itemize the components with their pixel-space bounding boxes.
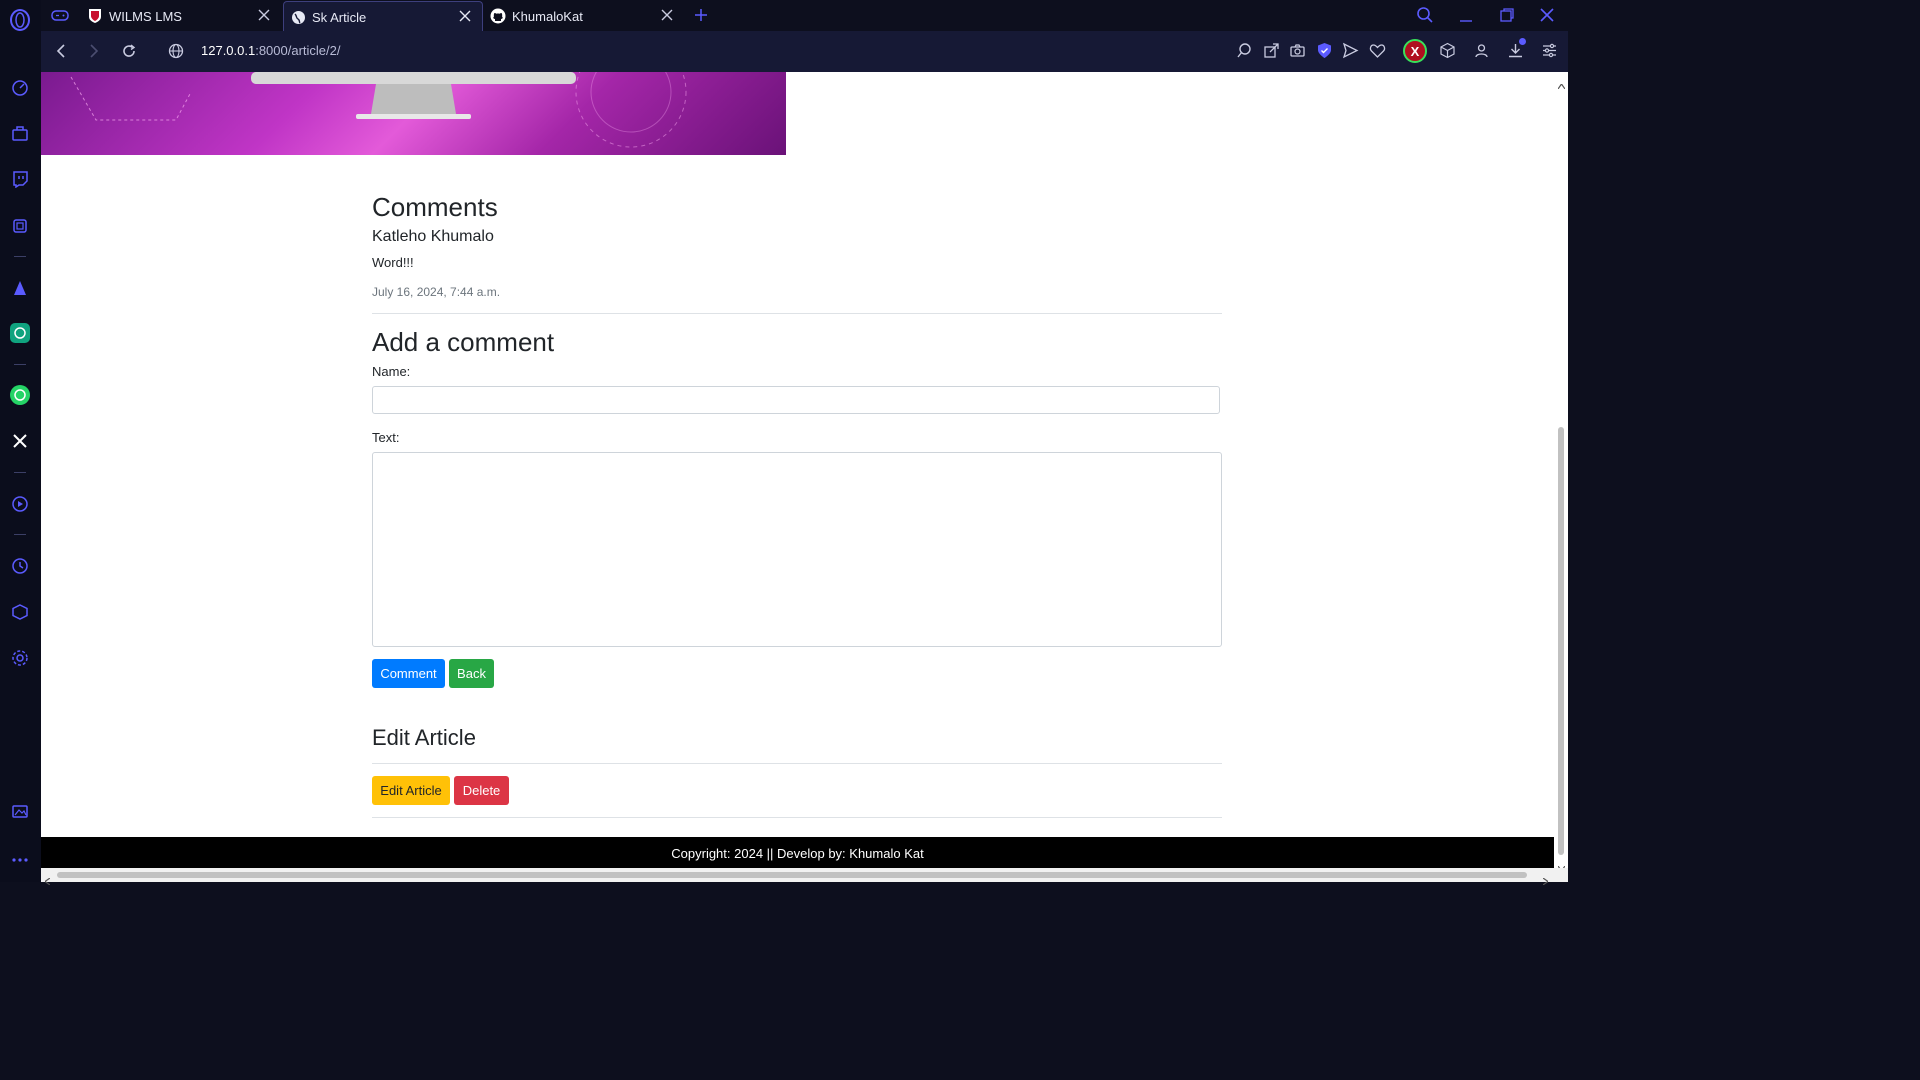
address-bar: 127.0.0.1:8000/article/2/ X xyxy=(41,31,1568,72)
text-textarea[interactable] xyxy=(372,452,1222,647)
window-close-icon[interactable] xyxy=(1539,7,1555,28)
history-icon[interactable] xyxy=(8,554,32,578)
comments-section: Comments xyxy=(372,192,1222,223)
url-field[interactable]: 127.0.0.1:8000/article/2/ xyxy=(201,43,341,58)
scroll-right-arrow-icon[interactable] xyxy=(1542,872,1550,890)
back-arrow-icon[interactable] xyxy=(53,43,69,64)
easy-setup-menu-icon[interactable] xyxy=(1541,42,1558,64)
profile-avatar[interactable]: X xyxy=(1403,39,1427,63)
comment-author: Katleho Khumalo xyxy=(372,228,494,245)
comment-text: Word!!! xyxy=(372,255,414,270)
comment-button[interactable]: Comment xyxy=(372,659,445,688)
divider xyxy=(372,763,1222,764)
sidebar-divider xyxy=(14,256,26,257)
profile-badge: X xyxy=(1410,43,1420,59)
restore-icon[interactable] xyxy=(1499,7,1515,28)
tab-title: WILMS LMS xyxy=(109,8,182,24)
university-crest-icon xyxy=(87,8,103,24)
account-icon[interactable] xyxy=(1473,42,1490,64)
settings-gear-icon[interactable] xyxy=(8,646,32,670)
globe-icon xyxy=(290,9,306,25)
sidebar-divider xyxy=(14,534,26,535)
footer-text: Copyright: 2024 || Develop by: Khumalo K… xyxy=(671,846,924,861)
text-label: Text: xyxy=(372,430,400,445)
divider xyxy=(372,817,1222,818)
edit-article-heading: Edit Article xyxy=(372,725,476,750)
search-tabs-icon[interactable] xyxy=(1416,6,1434,29)
send-icon[interactable] xyxy=(1342,42,1359,64)
name-input[interactable] xyxy=(372,386,1220,414)
cube-extension-icon[interactable] xyxy=(1439,42,1456,64)
add-comment-section: Add a comment xyxy=(372,327,1222,358)
close-icon[interactable] xyxy=(257,8,271,22)
share-icon[interactable] xyxy=(1263,42,1280,64)
more-icon[interactable] xyxy=(8,848,32,872)
sidebar-divider xyxy=(14,472,26,473)
scroll-left-arrow-icon[interactable] xyxy=(43,872,51,890)
tab-title: Sk Article xyxy=(312,9,367,25)
name-label: Name: xyxy=(372,364,411,379)
speed-dial-icon[interactable] xyxy=(8,75,32,99)
whatsapp-icon[interactable] xyxy=(8,383,32,407)
wallpaper-icon[interactable] xyxy=(8,799,32,823)
page-search-icon[interactable] xyxy=(1236,42,1253,64)
new-tab-plus-icon[interactable] xyxy=(693,7,709,28)
gx-corner-icon[interactable] xyxy=(8,121,32,145)
url-host: 127.0.0.1 xyxy=(201,43,256,58)
add-comment-heading: Add a comment xyxy=(372,327,555,357)
aria-ai-icon[interactable] xyxy=(8,276,32,300)
reload-icon[interactable] xyxy=(121,43,137,64)
gamepad-icon[interactable] xyxy=(51,7,69,28)
tab-bar: WILMS LMS Sk Article KhumaloKat xyxy=(41,0,1568,32)
article-hero-image xyxy=(41,72,786,155)
forward-arrow-icon[interactable] xyxy=(86,43,102,64)
tab-khumalokat[interactable]: KhumaloKat xyxy=(484,1,684,31)
opera-logo-icon[interactable] xyxy=(8,8,32,32)
tab-title: KhumaloKat xyxy=(512,8,583,24)
heart-bookmark-icon[interactable] xyxy=(1369,42,1386,64)
chatgpt-icon[interactable] xyxy=(8,321,32,345)
x-twitter-icon[interactable] xyxy=(8,429,32,453)
horizontal-scroll-thumb[interactable] xyxy=(57,872,1527,878)
twitch-icon[interactable] xyxy=(8,167,32,191)
close-icon[interactable] xyxy=(458,9,472,23)
divider xyxy=(372,313,1222,314)
url-path: :8000/article/2/ xyxy=(255,43,341,58)
delete-button[interactable]: Delete xyxy=(454,776,509,805)
close-icon[interactable] xyxy=(660,8,674,22)
gx-control-icon[interactable] xyxy=(8,214,32,238)
web-page: Comments Katleho Khumalo Word!!! July 16… xyxy=(41,72,1554,870)
player-icon[interactable] xyxy=(8,492,32,516)
edit-article-button[interactable]: Edit Article xyxy=(372,776,450,805)
back-button[interactable]: Back xyxy=(449,659,494,688)
comments-heading: Comments xyxy=(372,192,498,222)
github-icon xyxy=(490,8,506,24)
sidebar-divider xyxy=(14,364,26,365)
site-info-globe-icon[interactable] xyxy=(168,43,184,64)
edit-article-section: Edit Article xyxy=(372,725,1222,751)
download-icon[interactable] xyxy=(1507,38,1526,64)
vertical-scroll-thumb[interactable] xyxy=(1558,427,1564,855)
tab-sk-article[interactable]: Sk Article xyxy=(283,1,483,32)
camera-snapshot-icon[interactable] xyxy=(1289,42,1306,64)
tab-wilms[interactable]: WILMS LMS xyxy=(81,1,281,31)
extensions-icon[interactable] xyxy=(8,600,32,624)
horizontal-scrollbar[interactable] xyxy=(41,868,1568,886)
page-footer: Copyright: 2024 || Develop by: Khumalo K… xyxy=(41,837,1554,870)
scroll-up-arrow-icon[interactable] xyxy=(1557,76,1566,94)
vpn-shield-icon[interactable] xyxy=(1316,42,1333,64)
comment-date: July 16, 2024, 7:44 a.m. xyxy=(372,285,501,299)
minimize-icon[interactable] xyxy=(1458,8,1474,29)
browser-sidebar xyxy=(0,0,41,882)
vertical-scrollbar[interactable] xyxy=(1554,72,1568,873)
download-dot-badge xyxy=(1519,38,1526,45)
